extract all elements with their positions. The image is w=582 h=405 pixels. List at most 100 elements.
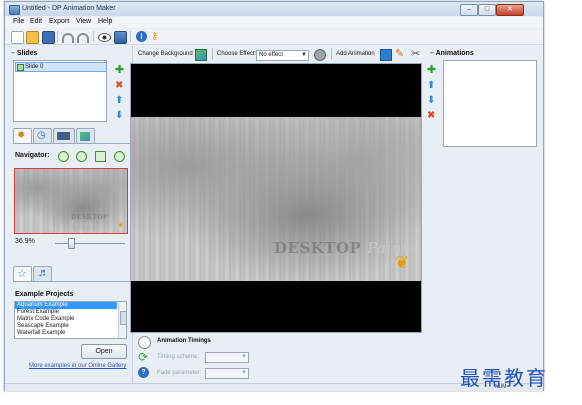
navigator-preview[interactable]: DESKTOP Paints ❦ — [14, 168, 128, 234]
zoom-slider-track[interactable] — [55, 243, 125, 244]
music-note-icon: ♬ — [38, 267, 49, 279]
toolbar-separator — [331, 48, 332, 60]
move-animation-up-icon[interactable]: ⬆ — [427, 80, 435, 91]
clock-icon: ◷ — [37, 130, 46, 141]
animations-title: – Animations — [430, 50, 474, 57]
site-watermark: 最需教育 — [460, 366, 548, 390]
zoom-slider-thumb[interactable] — [68, 238, 75, 249]
info-icon[interactable]: i — [136, 31, 147, 42]
effect-value: No effect — [259, 52, 283, 58]
add-animation-label: Add Animation — [336, 51, 375, 57]
brush-icon[interactable]: ✎ — [395, 47, 404, 60]
chevron-down-icon: ▼ — [301, 52, 307, 58]
app-window: Untitled - DP Animation Maker – □ ✕ File… — [4, 1, 544, 391]
scissors-icon[interactable]: ✂ — [411, 47, 420, 60]
menu-file[interactable]: File — [13, 18, 24, 25]
effect-settings-icon[interactable] — [314, 49, 326, 61]
fade-parameter-label: Fade parameter: — [157, 370, 202, 376]
list-item[interactable]: Waterfall Example — [15, 330, 126, 337]
add-image-animation-icon[interactable] — [380, 49, 392, 61]
timing-scheme-dropdown[interactable]: ▼ — [205, 352, 249, 363]
maximize-button[interactable]: □ — [478, 4, 496, 16]
stopwatch-icon — [138, 336, 151, 349]
undo-icon[interactable] — [62, 33, 74, 43]
examples-scrollbar[interactable] — [118, 302, 126, 338]
tab-music[interactable]: ♬ — [33, 266, 52, 282]
slides-title: – Slides — [11, 50, 38, 57]
tab-film[interactable] — [53, 128, 75, 144]
move-slide-up-icon[interactable]: ⬆ — [115, 95, 123, 106]
help-icon[interactable]: ? — [138, 367, 149, 378]
toolbar-separator — [212, 48, 213, 60]
chevron-down-icon: ▼ — [241, 370, 247, 376]
effect-dropdown[interactable]: No effect ▼ — [256, 50, 309, 61]
tab-image[interactable] — [76, 128, 95, 144]
toolbar-separator — [93, 31, 94, 42]
redo-icon[interactable] — [77, 33, 89, 43]
menu-view[interactable]: View — [76, 18, 91, 25]
key-icon[interactable]: ⚷ — [151, 31, 162, 42]
tab-timing[interactable]: ◷ — [33, 128, 52, 144]
examples-title: Example Projects — [15, 291, 74, 298]
gear-icon: ✹ — [17, 130, 26, 141]
toolbar-separator — [57, 31, 58, 42]
canvas-image[interactable]: DESKTOP Paints ❦ — [131, 117, 421, 281]
move-animation-down-icon[interactable]: ⬇ — [427, 95, 435, 106]
refresh-icon[interactable]: ⟳ — [138, 351, 148, 363]
app-icon — [9, 5, 20, 15]
actual-size-icon[interactable] — [114, 151, 125, 162]
slides-list[interactable]: Slide 0 — [13, 60, 107, 122]
online-gallery-link[interactable]: More examples in our Online Gallery — [29, 363, 126, 369]
canvas-letterbox-top — [131, 64, 421, 117]
list-item[interactable]: Forest Example — [15, 309, 126, 316]
add-slide-icon[interactable]: ✚ — [115, 65, 124, 76]
tab-examples[interactable]: ☆ — [13, 266, 32, 282]
open-button[interactable]: Open — [81, 344, 127, 359]
open-folder-icon[interactable] — [26, 31, 39, 44]
export-film-icon[interactable] — [114, 31, 127, 44]
film-icon — [57, 132, 70, 140]
delete-animation-icon[interactable]: ✖ — [427, 110, 435, 121]
navigator-label: Navigator: — [15, 152, 50, 159]
window-title: Untitled - DP Animation Maker — [22, 5, 116, 12]
timing-scheme-label: Timing scheme: — [157, 354, 200, 360]
delete-slide-icon[interactable]: ✖ — [115, 80, 123, 91]
canvas-letterbox-bottom — [131, 281, 421, 332]
menu-bar: File Edit Export View Help — [5, 17, 543, 28]
fit-to-window-icon[interactable] — [95, 151, 106, 162]
close-button[interactable]: ✕ — [496, 4, 524, 16]
scrollbar-thumb[interactable] — [120, 311, 126, 325]
animation-canvas[interactable]: DESKTOP Paints ❦ — [130, 63, 422, 333]
menu-export[interactable]: Export — [49, 18, 69, 25]
image-icon — [80, 132, 90, 141]
tab-navigator[interactable]: ✹ — [13, 128, 32, 144]
change-background-label[interactable]: Change Background — [138, 51, 193, 57]
zoom-in-icon[interactable] — [58, 151, 69, 162]
slide-item[interactable]: Slide 0 — [15, 62, 107, 72]
minimize-button[interactable]: – — [460, 4, 478, 16]
save-icon[interactable] — [42, 31, 55, 44]
choose-effect-label: Choose Effect: — [217, 51, 257, 57]
list-item[interactable]: Aquarium Example — [15, 302, 117, 309]
slide-checkbox-icon[interactable] — [17, 64, 24, 71]
list-item[interactable]: Matrix Code Example — [15, 316, 126, 323]
preview-eye-icon[interactable] — [98, 33, 111, 42]
butterfly-icon: ❦ — [118, 222, 124, 229]
fade-parameter-dropdown[interactable]: ▼ — [205, 368, 249, 379]
change-background-icon[interactable] — [195, 49, 207, 61]
butterfly-icon: ❦ — [395, 253, 410, 272]
new-file-icon[interactable] — [11, 31, 24, 44]
tab-divider — [13, 143, 131, 144]
move-slide-down-icon[interactable]: ⬇ — [115, 110, 123, 121]
title-bar: Untitled - DP Animation Maker – □ ✕ — [5, 2, 543, 16]
zoom-value: 36.9% — [15, 238, 35, 245]
examples-list[interactable]: Aquarium Example Forest Example Matrix C… — [14, 301, 127, 339]
menu-edit[interactable]: Edit — [30, 18, 42, 25]
toolbar-separator — [130, 31, 131, 42]
menu-help[interactable]: Help — [98, 18, 112, 25]
tab-divider — [13, 281, 131, 282]
list-item[interactable]: Seascape Example — [15, 323, 126, 330]
add-animation-icon[interactable]: ✚ — [427, 65, 436, 76]
zoom-out-icon[interactable] — [76, 151, 87, 162]
animations-list[interactable] — [443, 60, 537, 147]
